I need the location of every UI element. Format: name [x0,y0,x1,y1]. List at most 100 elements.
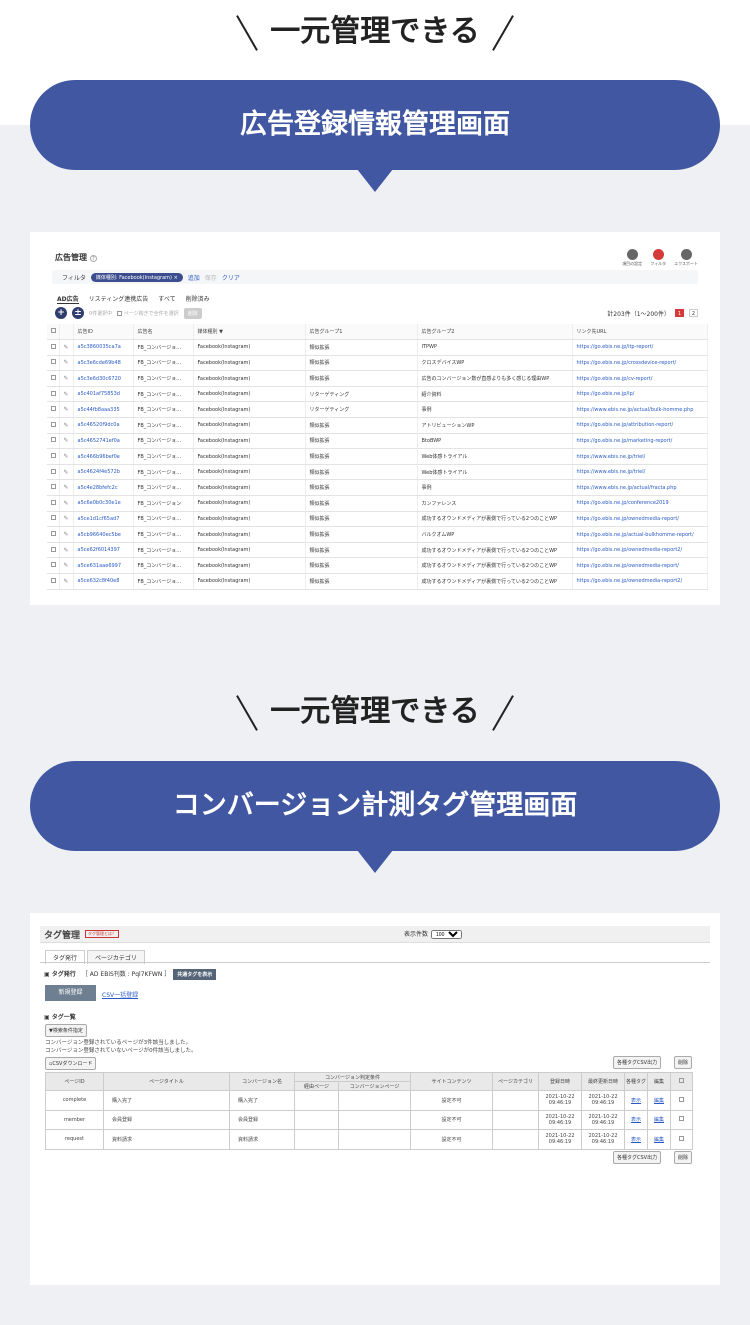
edit-cell[interactable]: ✎ [59,355,74,372]
display-count-select[interactable]: 100 [431,930,463,939]
url-link[interactable]: https://www.ebis.ne.jp/triel/ [572,448,708,465]
row-checkbox-cell[interactable] [670,1090,693,1111]
row-checkbox-cell[interactable] [47,401,60,419]
row-checkbox[interactable] [679,1135,684,1141]
csv-bulk-link[interactable]: CSV一括登録 [102,990,138,999]
pencil-icon[interactable]: ✎ [64,515,69,522]
show-tag-link[interactable]: 表示 [624,1090,648,1111]
row-checkbox-cell[interactable] [670,1109,693,1130]
row-checkbox-cell[interactable] [47,370,60,387]
ad-id-link[interactable]: a5ce631aae6997 [73,557,134,574]
edit-cell[interactable]: ✎ [59,557,74,574]
row-checkbox[interactable] [51,375,56,381]
ad-id-link[interactable]: a5cb96640ec5be [73,526,134,543]
help-icon[interactable]: ? [90,255,97,262]
ad-id-link[interactable]: a5c44fb8aaa335 [73,401,134,419]
edit-cell[interactable]: ✎ [59,573,74,590]
edit-cell[interactable]: ✎ [59,448,74,465]
csv-output-button-bottom[interactable]: 各種タグCSV出力 [613,1151,662,1164]
row-checkbox[interactable] [51,562,56,568]
row-checkbox[interactable] [51,499,56,505]
pencil-icon[interactable]: ✎ [64,391,69,398]
page-2[interactable]: 2 [689,309,698,317]
url-link[interactable]: https://go.ebis.ne.jp/ownedmedia-report/ [572,557,708,574]
table-row[interactable]: ✎ a5c3e6d30c6720 FB_コンバージョ… Facebook(Instag… [47,370,708,387]
pencil-icon[interactable]: ✎ [64,453,69,460]
row-checkbox[interactable] [51,484,56,490]
row-checkbox[interactable] [679,1096,684,1102]
url-link[interactable]: https://go.ebis.ne.jp/attribution-report… [572,417,708,434]
tab-ad[interactable]: AD広告 [57,294,79,304]
row-checkbox-cell[interactable] [47,386,60,403]
url-link[interactable]: https://go.ebis.ne.jp/conference2019 [572,495,708,512]
row-checkbox[interactable] [51,343,56,349]
edit-cell[interactable]: ✎ [59,542,74,559]
row-checkbox-cell[interactable] [47,339,60,356]
table-row[interactable]: ✎ a5c6e0b0c30e1e FB_コンバージョン Facebook(Instag… [47,495,708,512]
edit-cell[interactable]: ✎ [59,339,74,356]
table-row[interactable]: ✎ a5c4624f4e572b FB_コンバージョ… Facebook(Instag… [47,464,708,481]
select-all-checkbox[interactable] [117,310,123,316]
row-checkbox[interactable] [51,515,56,521]
pencil-icon[interactable]: ✎ [64,437,69,444]
ad-id-link[interactable]: a5c6e0b0c30e1e [73,495,134,512]
ad-id-link[interactable]: a5c3860035ca7a [73,339,134,356]
url-link[interactable]: https://go.ebis.ne.jp/crossdevice-report… [572,355,708,372]
select-all-checkbox[interactable] [51,328,56,334]
row-checkbox-cell[interactable] [47,433,60,450]
show-tag-link[interactable]: 表示 [624,1109,648,1130]
table-row[interactable]: ✎ a5cb96640ec5be FB_コンバージョ… Facebook(Instag… [47,526,708,543]
row-checkbox-cell[interactable] [670,1129,693,1150]
ad-id-link[interactable]: a5c4652741ef0a [73,433,134,450]
url-link[interactable]: https://www.ebis.ne.jp/actual/fracta.php [572,479,708,497]
row-checkbox-cell[interactable] [47,542,60,559]
delete-button[interactable]: 削除 [674,1056,693,1069]
edit-cell[interactable]: ✎ [59,433,74,450]
row-checkbox[interactable] [51,390,56,396]
url-link[interactable]: https://go.ebis.ne.jp/marketing-report/ [572,433,708,450]
ad-id-link[interactable]: a5c4e28bfefc2c [73,479,134,497]
row-checkbox[interactable] [51,359,56,365]
row-checkbox-cell[interactable] [47,511,60,528]
url-link[interactable]: https://go.ebis.ne.jp/ownedmedia-report2… [572,573,708,590]
row-checkbox-cell[interactable] [47,573,60,590]
row-checkbox[interactable] [51,421,56,427]
select-all-checkbox[interactable] [679,1078,684,1083]
table-row[interactable]: ✎ a5c46520f9dc0a FB_コンバージョ… Facebook(Instag… [47,417,708,434]
table-row[interactable]: ✎ a5ce62f6014397 FB_コンバージョ… Facebook(Instag… [47,542,708,559]
csv-output-button[interactable]: 各種タグCSV出力 [613,1056,662,1069]
table-row[interactable]: ✎ a5ce631aae6997 FB_コンバージョ… Facebook(Instag… [47,557,708,574]
table-row[interactable]: ✎ a5c401af75853d FB_コンバージョ… Facebook(Instag… [47,386,708,403]
table-row[interactable]: ✎ a5ce632c8f40e8 FB_コンバージョ… Facebook(Instag… [47,573,708,590]
ad-id-link[interactable]: a5ce62f6014397 [73,542,134,559]
url-link[interactable]: https://go.ebis.ne.jp/actual-bulkhomme-r… [572,526,708,543]
row-checkbox-cell[interactable] [47,495,60,512]
show-tag-link[interactable]: 表示 [624,1129,648,1150]
row-checkbox-cell[interactable] [47,557,60,574]
row-checkbox[interactable] [51,546,56,552]
url-link[interactable]: https://www.ebis.ne.jp/triel/ [572,464,708,481]
edit-link[interactable]: 編集 [647,1109,671,1130]
table-row[interactable]: ✎ a5c4e28bfefc2c FB_コンバージョ… Facebook(Instag… [47,479,708,497]
row-checkbox-cell[interactable] [47,526,60,543]
column-header[interactable] [47,324,60,341]
table-row[interactable]: ✎ a5ce1d1cf65ad7 FB_コンバージョ… Facebook(Instag… [47,511,708,528]
edit-cell[interactable]: ✎ [59,526,74,543]
search-condition-button[interactable]: ▼検索条件指定 [45,1024,87,1037]
edit-cell[interactable]: ✎ [59,464,74,481]
pencil-icon[interactable]: ✎ [64,531,69,538]
row-checkbox[interactable] [51,453,56,459]
tab-listing[interactable]: リスティング連携広告 [89,294,149,304]
url-link[interactable]: https://go.ebis.ne.jp/lp/ [572,386,708,403]
ad-id-link[interactable]: a5c3e6d30c6720 [73,370,134,387]
ad-id-link[interactable]: a5c466b96bef0e [73,448,134,465]
common-tag-button[interactable]: 共通タグを表示 [173,969,217,980]
filter-clear-link[interactable]: クリア [222,273,240,282]
row-checkbox-cell[interactable] [47,417,60,434]
help-badge[interactable]: タグ管理とは？ [85,930,120,938]
filter-chip[interactable]: 媒体種別: Facebook(Instagram) × [90,272,183,282]
url-link[interactable]: https://go.ebis.ne.jp/ownedmedia-report/ [572,511,708,528]
row-checkbox[interactable] [679,1116,684,1122]
row-checkbox[interactable] [51,468,56,474]
select-all-option[interactable]: ページ跨ぎで全件を選択 [117,310,179,317]
